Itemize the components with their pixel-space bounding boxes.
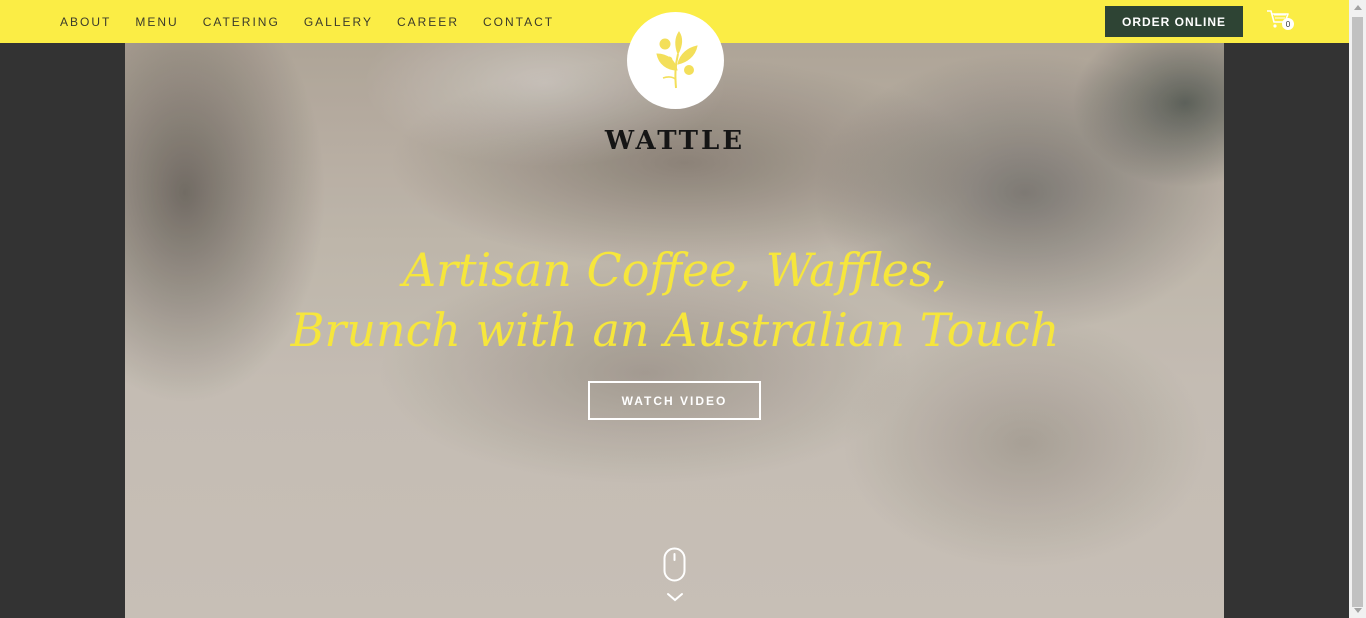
nav-link-gallery[interactable]: GALLERY <box>304 15 373 29</box>
headline-line-2: Brunch with an Australian Touch <box>290 303 1060 357</box>
scroll-down-arrow-icon[interactable] <box>1354 608 1362 613</box>
chevron-glyph <box>667 593 683 602</box>
cart-count-badge: 0 <box>1282 18 1294 30</box>
main-nav: ABOUT MENU CATERING GALLERY CAREER CONTA… <box>60 0 578 43</box>
nav-link-menu[interactable]: MENU <box>135 15 178 29</box>
page: ABOUT MENU CATERING GALLERY CAREER CONTA… <box>0 0 1366 618</box>
wattle-flower-icon <box>655 30 698 88</box>
order-online-button[interactable]: ORDER ONLINE <box>1105 6 1243 37</box>
nav-link-catering[interactable]: CATERING <box>203 15 280 29</box>
chevron-down-icon[interactable] <box>665 590 685 602</box>
scroll-thumb[interactable] <box>1352 17 1363 607</box>
nav-link-career[interactable]: CAREER <box>397 15 459 29</box>
mouse-scroll-icon[interactable] <box>663 547 686 582</box>
page-scrollbar[interactable] <box>1349 0 1366 618</box>
wattle-logo[interactable] <box>627 12 724 109</box>
brand-name: WATTLE <box>604 126 746 156</box>
shopping-cart-icon[interactable]: 0 <box>1266 9 1296 33</box>
watch-video-button[interactable]: WATCH VIDEO <box>588 381 761 420</box>
mouse-glyph <box>663 547 686 582</box>
nav-link-about[interactable]: ABOUT <box>60 15 111 29</box>
hero-headline: Artisan Coffee, Waffles, Brunch with an … <box>200 240 1150 360</box>
nav-link-contact[interactable]: CONTACT <box>483 15 554 29</box>
scroll-up-arrow-icon[interactable] <box>1354 5 1362 10</box>
headline-line-1: Artisan Coffee, Waffles, <box>402 243 948 297</box>
